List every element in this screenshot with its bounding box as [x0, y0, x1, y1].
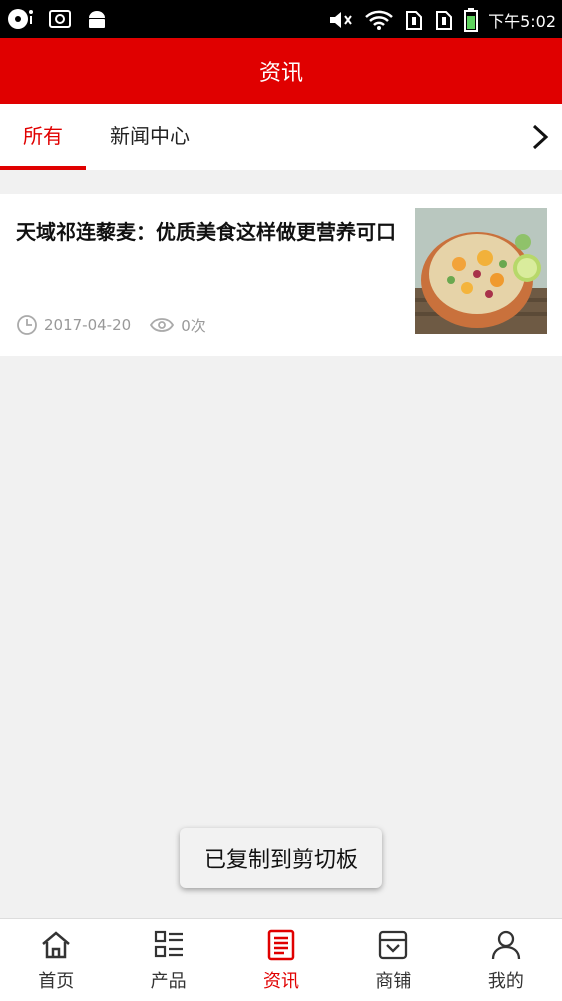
toast-message: 已复制到剪切板: [180, 828, 382, 888]
nav-label: 我的: [487, 971, 524, 992]
nav-label: 首页: [38, 971, 75, 992]
header-bar: 资讯: [0, 38, 562, 104]
tab-label: 所有: [23, 124, 63, 148]
wifi-icon: [365, 10, 393, 30]
sim2-icon: [436, 11, 453, 30]
chevron-right-icon[interactable]: [528, 122, 552, 152]
status-time: 下午5:02: [488, 12, 556, 31]
nav-home[interactable]: 首页: [0, 919, 112, 1001]
nav-label: 商铺: [375, 971, 412, 992]
document-icon: [267, 929, 295, 961]
toast-text: 已复制到剪切板: [203, 848, 358, 873]
list-item[interactable]: 天域祁连藜麦：优质美食这样做更营养可口 2017-04-20 0次: [0, 194, 562, 356]
nav-profile[interactable]: 我的: [450, 919, 562, 1001]
tab-label: 新闻中心: [110, 124, 190, 148]
user-icon: [491, 930, 520, 960]
article-views: 0次: [181, 316, 206, 335]
nav-label: 资讯: [263, 971, 300, 992]
sim1-icon: [406, 11, 423, 30]
article-title[interactable]: 天域祁连藜麦：优质美食这样做更营养可口: [16, 218, 396, 247]
nav-products[interactable]: 产品: [112, 919, 224, 1001]
tab-news-center[interactable]: 新闻中心: [100, 104, 200, 170]
article-meta: 2017-04-20 0次: [16, 314, 206, 336]
mute-icon: [330, 12, 352, 28]
disc-icon: [8, 9, 33, 29]
tab-all[interactable]: 所有: [0, 104, 86, 170]
battery-icon: [464, 8, 479, 32]
clock-icon: [17, 315, 37, 335]
bottom-nav: 首页 产品 资讯 商铺 我的: [0, 918, 562, 1001]
store-icon: [379, 930, 408, 960]
screenshot-icon: [49, 10, 71, 28]
nav-label: 产品: [150, 971, 187, 992]
list-icon: [154, 930, 183, 958]
status-bar: 下午5:02: [0, 0, 562, 38]
eye-icon: [150, 318, 175, 332]
tab-active-indicator: [0, 166, 86, 170]
nav-shop[interactable]: 商铺: [337, 919, 449, 1001]
category-tabs: 所有 新闻中心: [0, 104, 562, 170]
android-icon: [89, 11, 105, 28]
home-icon: [42, 931, 71, 959]
page-title: 资讯: [258, 61, 303, 86]
article-thumbnail[interactable]: [415, 208, 547, 334]
nav-news[interactable]: 资讯: [225, 919, 337, 1001]
article-date: 2017-04-20: [44, 316, 132, 334]
